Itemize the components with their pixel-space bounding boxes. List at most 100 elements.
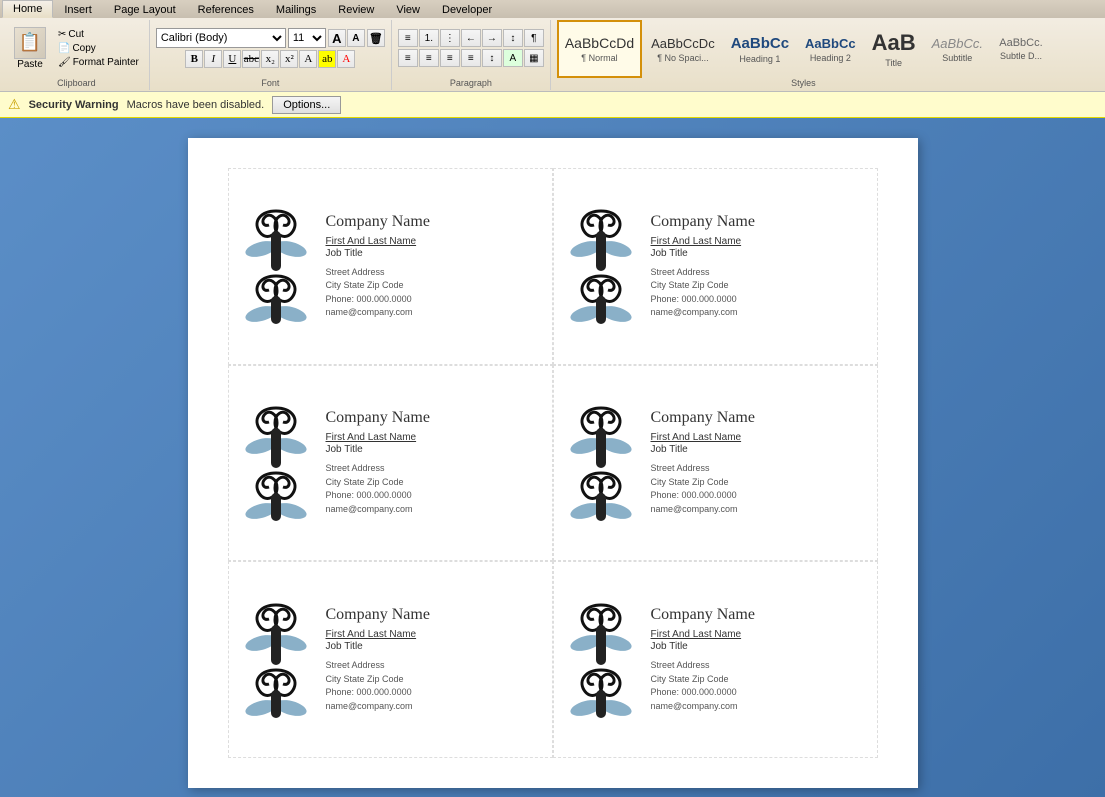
card-company-name: Company Name (326, 409, 430, 427)
align-right-button[interactable]: ≡ (440, 49, 460, 67)
decrease-indent-button[interactable]: ← (461, 29, 481, 47)
card-info: Company Name First And Last Name Job Tit… (651, 409, 755, 516)
card-logo (239, 398, 314, 528)
strikethrough-button[interactable]: abc (242, 50, 260, 68)
align-left-button[interactable]: ≡ (398, 49, 418, 67)
font-label: Font (150, 78, 391, 88)
card-logo (564, 201, 639, 331)
justify-button[interactable]: ≡ (461, 49, 481, 67)
card-job-title: Job Title (326, 641, 430, 652)
paragraph-group: ≡ 1. ⋮ ← → ↕ ¶ ≡ ≡ ≡ ≡ ↕ A ▦ P (392, 20, 551, 90)
card-address: Street Address City State Zip Code Phone… (651, 266, 755, 320)
copy-button[interactable]: 📄 Copy (54, 42, 143, 55)
bullets-button[interactable]: ≡ (398, 29, 418, 47)
paragraph-controls: ≡ 1. ⋮ ← → ↕ ¶ ≡ ≡ ≡ ≡ ↕ A ▦ (398, 29, 544, 81)
text-highlight-button[interactable]: ab (318, 50, 336, 68)
card-logo (239, 201, 314, 331)
italic-button[interactable]: I (204, 50, 222, 68)
underline-button[interactable]: U (223, 50, 241, 68)
paragraph-label: Paragraph (392, 78, 550, 88)
style-heading1[interactable]: AaBbCc Heading 1 (724, 20, 796, 78)
subscript-button[interactable]: x₂ (261, 50, 279, 68)
card-logo (564, 595, 639, 725)
multilevel-button[interactable]: ⋮ (440, 29, 460, 47)
tab-review[interactable]: Review (327, 1, 385, 18)
styles-label: Styles (551, 78, 1056, 88)
center-button[interactable]: ≡ (419, 49, 439, 67)
paste-label: Paste (17, 59, 43, 70)
options-button[interactable]: Options... (272, 96, 341, 114)
borders-button[interactable]: ▦ (524, 49, 544, 67)
card-address: Street Address City State Zip Code Phone… (326, 659, 430, 713)
increase-indent-button[interactable]: → (482, 29, 502, 47)
card-info: Company Name First And Last Name Job Tit… (326, 606, 430, 713)
security-warning-label: Security Warning (29, 99, 119, 111)
show-formatting-button[interactable]: ¶ (524, 29, 544, 47)
superscript-button[interactable]: x² (280, 50, 298, 68)
font-row2: B I U abc x₂ x² A ab A (185, 50, 355, 68)
card-job-title: Job Title (326, 248, 430, 259)
paste-button[interactable]: 📋 Paste (10, 25, 50, 72)
font-controls: Calibri (Body) 11 A A 🗑 B I U abc (156, 28, 385, 82)
font-shrink-button[interactable]: A (347, 29, 365, 47)
card-person-name: First And Last Name (326, 236, 430, 247)
business-card: Company Name First And Last Name Job Tit… (228, 561, 553, 758)
card-info: Company Name First And Last Name Job Tit… (651, 213, 755, 320)
business-card: Company Name First And Last Name Job Tit… (553, 561, 878, 758)
numbering-button[interactable]: 1. (419, 29, 439, 47)
security-icon: ⚠ (8, 96, 21, 113)
font-size-selector[interactable]: 11 (288, 28, 326, 48)
card-logo (239, 595, 314, 725)
tab-home[interactable]: Home (2, 0, 53, 18)
styles-group: AaBbCcDd ¶ Normal AaBbCcDc ¶ No Spaci...… (551, 20, 1056, 90)
paragraph-row2: ≡ ≡ ≡ ≡ ↕ A ▦ (398, 49, 544, 67)
line-spacing-button[interactable]: ↕ (482, 49, 502, 67)
tab-view[interactable]: View (385, 1, 431, 18)
toolbar: Home Insert Page Layout References Maili… (0, 0, 1105, 92)
card-job-title: Job Title (651, 248, 755, 259)
style-subtle-discrete[interactable]: AaBbCc. Subtle D... (992, 20, 1050, 78)
sort-button[interactable]: ↕ (503, 29, 523, 47)
card-person-name: First And Last Name (651, 236, 755, 247)
cut-button[interactable]: ✂ Cut (54, 28, 143, 41)
tab-mailings[interactable]: Mailings (265, 1, 327, 18)
card-company-name: Company Name (651, 409, 755, 427)
font-color-button[interactable]: A (337, 50, 355, 68)
security-bar: ⚠ Security Warning Macros have been disa… (0, 92, 1105, 118)
style-normal[interactable]: AaBbCcDd ¶ Normal (557, 20, 642, 78)
style-subtitle[interactable]: AaBbCc. Subtitle (925, 20, 990, 78)
card-logo (564, 398, 639, 528)
bold-button[interactable]: B (185, 50, 203, 68)
card-company-name: Company Name (326, 606, 430, 624)
style-no-spacing[interactable]: AaBbCcDc ¶ No Spaci... (644, 20, 722, 78)
style-heading2[interactable]: AaBbCc Heading 2 (798, 20, 863, 78)
shading-button[interactable]: A (503, 49, 523, 67)
tab-insert[interactable]: Insert (53, 1, 103, 18)
clipboard-group: 📋 Paste ✂ Cut 📄 Copy 🖌 Format Painter Cl… (4, 20, 150, 90)
card-company-name: Company Name (326, 213, 430, 231)
clear-format-button[interactable]: 🗑 (367, 29, 385, 47)
ribbon-content: 📋 Paste ✂ Cut 📄 Copy 🖌 Format Painter Cl… (0, 18, 1105, 92)
paste-icon: 📋 (14, 27, 46, 59)
card-info: Company Name First And Last Name Job Tit… (651, 606, 755, 713)
font-grow-button[interactable]: A (328, 29, 346, 47)
business-card: Company Name First And Last Name Job Tit… (228, 168, 553, 365)
card-person-name: First And Last Name (326, 432, 430, 443)
security-message: Macros have been disabled. (127, 99, 265, 111)
font-name-selector[interactable]: Calibri (Body) (156, 28, 286, 48)
tab-references[interactable]: References (187, 1, 265, 18)
card-address: Street Address City State Zip Code Phone… (651, 659, 755, 713)
text-effect-button[interactable]: A (299, 50, 317, 68)
card-job-title: Job Title (651, 641, 755, 652)
card-address: Street Address City State Zip Code Phone… (651, 462, 755, 516)
paragraph-row1: ≡ 1. ⋮ ← → ↕ ¶ (398, 29, 544, 47)
style-title[interactable]: AaB Title (865, 20, 923, 78)
document-page: Company Name First And Last Name Job Tit… (188, 138, 918, 788)
tab-page-layout[interactable]: Page Layout (103, 1, 187, 18)
tab-developer[interactable]: Developer (431, 1, 503, 18)
card-job-title: Job Title (326, 444, 430, 455)
card-company-name: Company Name (651, 606, 755, 624)
business-card: Company Name First And Last Name Job Tit… (553, 168, 878, 365)
format-painter-button[interactable]: 🖌 Format Painter (54, 56, 143, 69)
business-card: Company Name First And Last Name Job Tit… (228, 365, 553, 562)
